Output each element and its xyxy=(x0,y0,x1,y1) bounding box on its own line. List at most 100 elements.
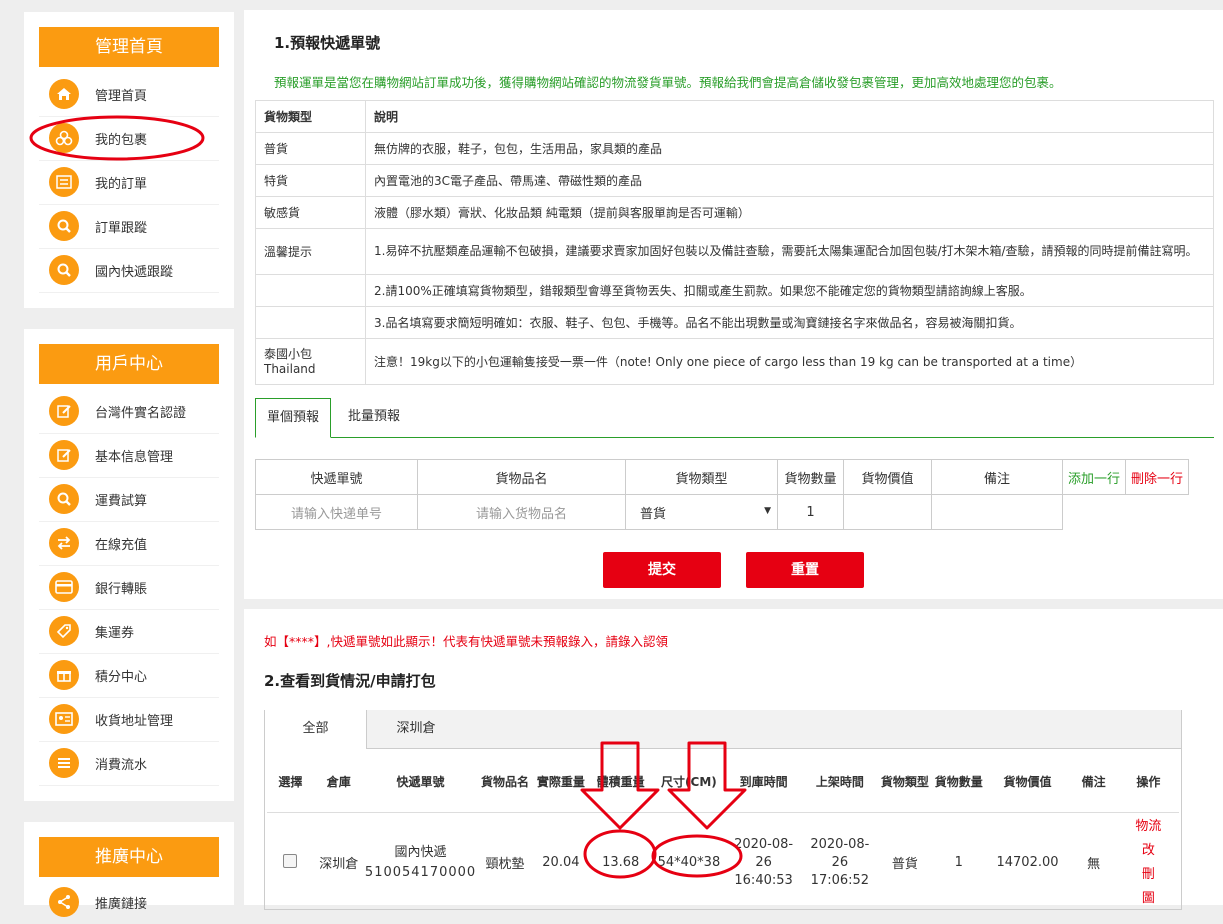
tab-batch-prereport[interactable]: 批量預報 xyxy=(336,398,412,438)
column-header: 貨物數量 xyxy=(934,774,983,789)
list-icon xyxy=(49,748,79,778)
reset-button[interactable]: 重置 xyxy=(746,552,864,588)
prereport-title: 1.預報快遞單號 xyxy=(274,34,381,52)
sidebar-item-domestic-tracking[interactable]: 國內快遞跟蹤 xyxy=(39,248,219,293)
table-cell: 3.品名填寫要求簡短明確如：衣服、鞋子、包包、手機等。品名不能出現數量或淘寶鏈接… xyxy=(365,306,1214,339)
sidebar-item-label: 積分中心 xyxy=(95,669,148,685)
exchange-icon xyxy=(49,528,79,558)
table-row: 3.品名填寫要求簡短明確如：衣服、鞋子、包包、手機等。品名不能出現數量或淘寶鏈接… xyxy=(255,306,1214,339)
cell-warehouse: 深圳倉 xyxy=(319,857,359,872)
logistics-link[interactable]: 物流 xyxy=(1119,815,1178,839)
column-header: 倉庫 xyxy=(326,774,351,789)
cell-quantity: 1 xyxy=(954,855,963,870)
home-icon xyxy=(49,79,79,109)
table-cell: 泰國小包 Thailand xyxy=(255,338,366,385)
table-cell: 特貨 xyxy=(255,164,366,197)
annotation-arrow-icon xyxy=(580,741,660,830)
coupon-icon xyxy=(49,616,79,646)
cell-value: 14702.00 xyxy=(996,855,1059,870)
tracking-number-field[interactable]: 请输入快递单号 xyxy=(255,494,418,530)
unclaimed-notice: 如【****】,快遞單號如此顯示！代表有快遞單號未預報錄入，請錄入認領 xyxy=(264,634,668,649)
prereport-form-table: 快遞單號 貨物品名 貨物類型 貨物數量 貨物價值 備注 添加一行 刪除一行 请输… xyxy=(255,459,1189,530)
table-cell: 2.請100%正確填寫貨物類型，錯報類型會導至貨物丟失、扣關或產生罰款。如果您不… xyxy=(365,274,1214,307)
form-header: 備注 xyxy=(931,459,1063,495)
form-header: 貨物價值 xyxy=(843,459,932,495)
tab-single-prereport[interactable]: 單個預報 xyxy=(255,398,331,438)
remark-field[interactable] xyxy=(931,494,1063,530)
search-icon xyxy=(49,484,79,514)
table-row: 特貨 內置電池的3C電子產品、帶馬達、帶磁性類的產品 xyxy=(255,164,1214,197)
sidebar-item-my-orders[interactable]: 我的訂單 xyxy=(39,160,219,205)
edit-icon xyxy=(49,440,79,470)
sidebar-item-label: 台灣件實名認證 xyxy=(95,405,187,421)
form-header: 貨物品名 xyxy=(417,459,626,495)
sidebar-item-label: 銀行轉賬 xyxy=(95,581,148,597)
column-header: 上架時間 xyxy=(815,774,864,789)
table-row: 2.請100%正確填寫貨物類型，錯報類型會導至貨物丟失、扣關或產生罰款。如果您不… xyxy=(255,274,1214,307)
annotation-circle xyxy=(29,115,205,161)
sidebar-item-promo-link[interactable]: 推廣鏈接 xyxy=(39,880,219,924)
image-link[interactable]: 圖 xyxy=(1119,887,1178,911)
row-checkbox[interactable] xyxy=(267,813,314,913)
cell-tracking: 國內快遞 510054170000 xyxy=(364,813,477,913)
sidebar-item-label: 推廣鏈接 xyxy=(95,896,148,912)
tracking-number: 510054170000 xyxy=(364,864,477,880)
form-header: 貨物數量 xyxy=(777,459,844,495)
tab-shenzhen[interactable]: 深圳倉 xyxy=(366,710,466,748)
sidebar-item-basic-info[interactable]: 基本信息管理 xyxy=(39,433,219,478)
cargo-type-select[interactable]: 普貨 ▼ xyxy=(625,494,778,530)
select-arrow-icon: ▼ xyxy=(764,506,771,516)
sidebar-item-bank-transfer[interactable]: 銀行轉賬 xyxy=(39,565,219,610)
sidebar-item-admin-home[interactable]: 管理首頁 xyxy=(39,72,219,117)
sidebar-item-label: 運費試算 xyxy=(95,493,148,509)
tracking-carrier: 國內快遞 xyxy=(394,844,447,860)
form-header: 貨物類型 xyxy=(625,459,778,495)
tab-all[interactable]: 全部 xyxy=(265,710,367,749)
table-header: 說明 xyxy=(365,100,1214,133)
tab-label: 深圳倉 xyxy=(396,721,436,736)
cell-cargo-name: 頸枕墊 xyxy=(485,857,525,872)
sidebar-item-coupon[interactable]: 集運券 xyxy=(39,609,219,654)
cargo-name-placeholder: 请输入货物品名 xyxy=(475,506,567,522)
annotation-circle xyxy=(583,829,657,879)
column-header: 操作 xyxy=(1136,774,1161,789)
edit-link[interactable]: 改 xyxy=(1119,839,1178,863)
table-cell: 普貨 xyxy=(255,132,366,165)
sidebar-item-label: 國內快遞跟蹤 xyxy=(95,264,174,280)
column-header: 快遞單號 xyxy=(396,774,445,789)
address-card-icon xyxy=(49,704,79,734)
table-cell xyxy=(255,306,366,339)
delete-row-button[interactable]: 刪除一行 xyxy=(1125,459,1189,495)
sidebar-item-address[interactable]: 收貨地址管理 xyxy=(39,697,219,742)
cell-operations: 物流 改 刪 圖 xyxy=(1118,813,1179,913)
cargo-type-value: 普貨 xyxy=(640,506,667,522)
share-icon xyxy=(49,887,79,917)
tab-label: 單個預報 xyxy=(266,410,319,425)
cargo-value-field[interactable] xyxy=(843,494,932,530)
sidebar-header-admin: 管理首頁 xyxy=(39,27,219,67)
delete-link[interactable]: 刪 xyxy=(1119,863,1178,887)
sidebar-item-transactions[interactable]: 消費流水 xyxy=(39,741,219,786)
column-header: 備注 xyxy=(1081,774,1106,789)
add-row-button[interactable]: 添加一行 xyxy=(1062,459,1126,495)
search-icon xyxy=(49,255,79,285)
annotation-circle xyxy=(651,834,743,878)
sidebar-header-user: 用戶中心 xyxy=(39,344,219,384)
submit-button[interactable]: 提交 xyxy=(603,552,721,588)
shelf-date: 2020-08-26 xyxy=(810,836,870,870)
sidebar-item-real-name[interactable]: 台灣件實名認證 xyxy=(39,389,219,434)
edit-icon xyxy=(49,396,79,426)
table-cell: 液體（膠水類）膏狀、化妝品類 純電類（提前與客服單詢是否可運輸） xyxy=(365,196,1214,229)
section-divider xyxy=(244,599,1223,609)
quantity-field[interactable]: 1 xyxy=(777,494,844,530)
sidebar-item-order-tracking[interactable]: 訂單跟蹤 xyxy=(39,204,219,249)
sidebar-item-recharge[interactable]: 在線充值 xyxy=(39,521,219,566)
sidebar-item-label: 收貨地址管理 xyxy=(95,713,174,729)
sidebar-item-label: 在線充值 xyxy=(95,537,148,553)
sidebar-item-freight-calc[interactable]: 運費試算 xyxy=(39,477,219,522)
table-cell: 內置電池的3C電子產品、帶馬達、帶磁性類的產品 xyxy=(365,164,1214,197)
table-cell: 注意！19kg以下的小包運輸隻接受一票一件（note! Only one pie… xyxy=(365,338,1214,385)
cargo-name-field[interactable]: 请输入货物品名 xyxy=(417,494,626,530)
sidebar-item-points[interactable]: 積分中心 xyxy=(39,653,219,698)
cell-remark: 無 xyxy=(1087,857,1101,872)
